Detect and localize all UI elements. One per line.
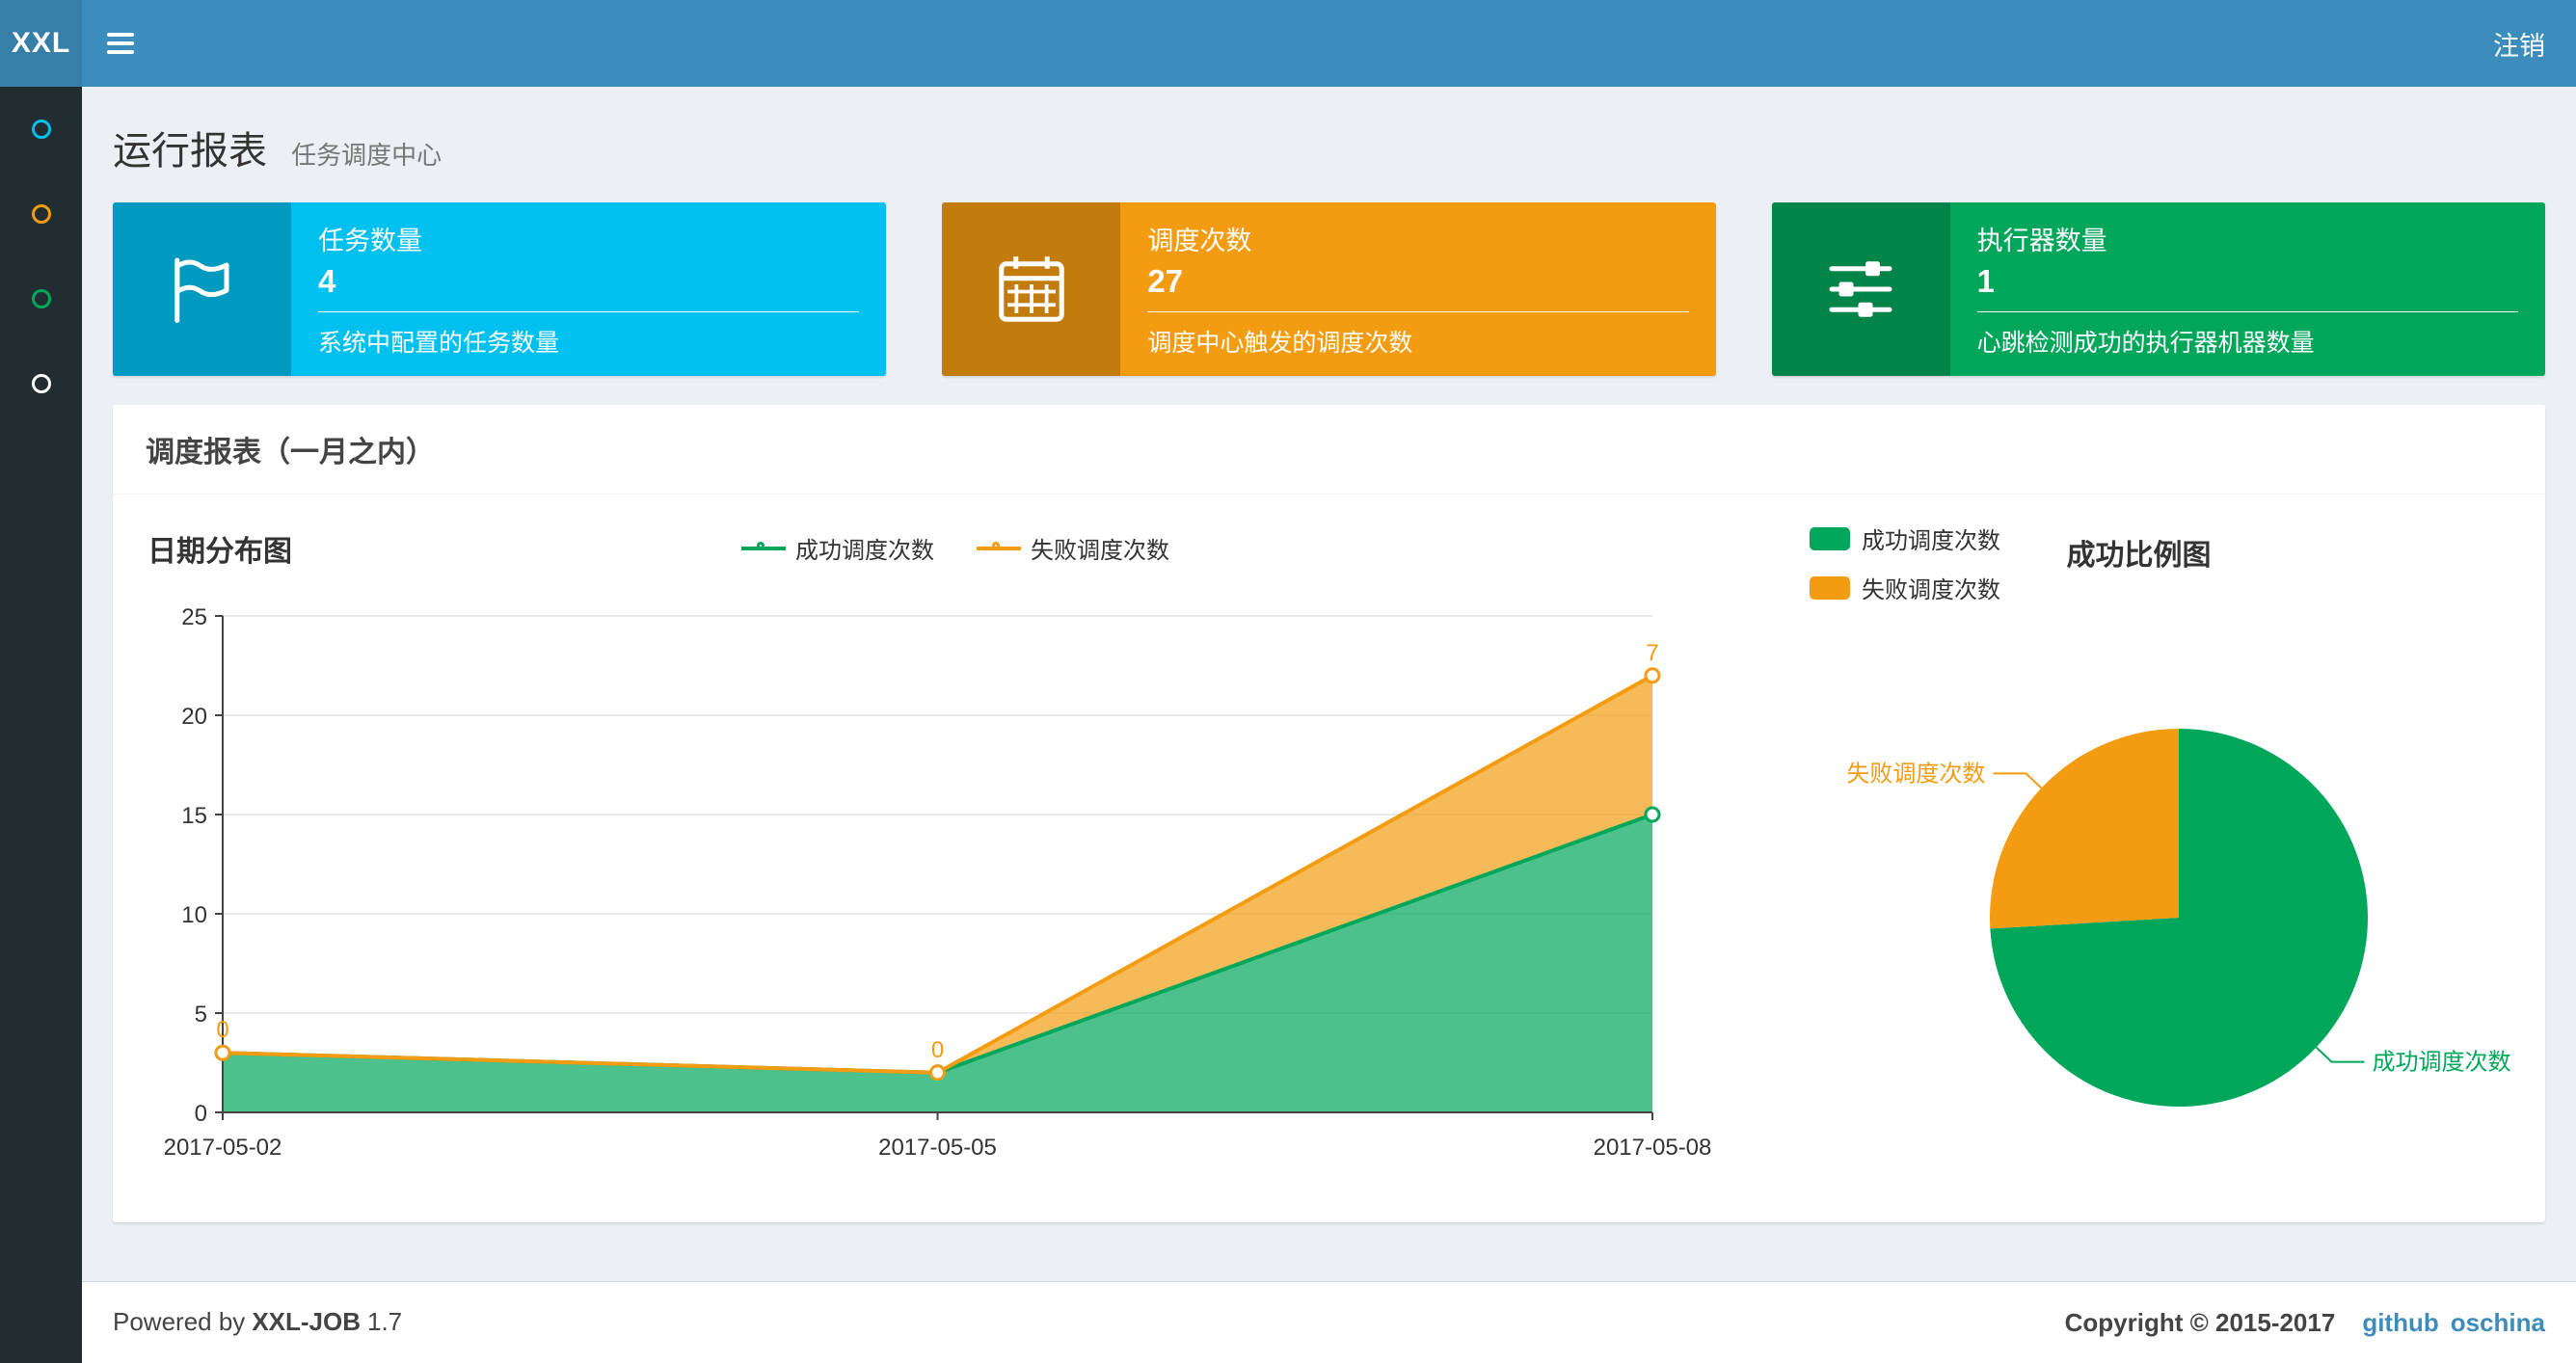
sidebar-menu-item-3[interactable] — [0, 256, 82, 341]
flag-icon — [113, 202, 291, 376]
report-panel-body: 日期分布图 成功调度次数 失败调度次数 0 5 10 15 20 25 2017-05-02 201… — [113, 494, 2545, 1222]
footer-powered: Powered by XXL-JOB 1.7 — [113, 1307, 403, 1336]
info-box-label: 任务数量 — [318, 227, 422, 255]
info-box-desc: 调度中心触发的调度次数 — [1147, 330, 1413, 357]
info-box-row: 任务数量 4 系统中配置的任务数量 调度次数 27 调度中心触发的调度次数 执行… — [113, 202, 2545, 376]
footer-brand: XXL-JOB — [252, 1307, 361, 1336]
pie-chart-canvas: 成功调度次数 失败调度次数 — [1846, 729, 2511, 1107]
data-point — [1644, 806, 1661, 823]
calendar-icon — [942, 202, 1121, 376]
pie-label-line — [2315, 1046, 2365, 1063]
line-chart-header: 日期分布图 成功调度次数 失败调度次数 — [146, 520, 1765, 577]
y-tick-label: 15 — [181, 803, 207, 829]
info-box-label: 执行器数量 — [1976, 227, 2107, 255]
pie-slice-label: 失败调度次数 — [1846, 761, 1985, 787]
y-tick-label: 5 — [195, 1002, 207, 1028]
sidebar-menu — [0, 87, 82, 426]
sidebar-menu-item-1[interactable] — [0, 87, 82, 172]
info-box-content: 调度次数 27 调度中心触发的调度次数 — [1120, 202, 1715, 376]
sliders-icon — [1771, 202, 1950, 376]
info-box-value: 1 — [1976, 263, 1996, 299]
legend-item[interactable]: 失败调度次数 — [977, 531, 1169, 565]
report-panel: 调度报表（一月之内） 日期分布图 成功调度次数 失败调度次数 0 5 10 15 20 25 20… — [113, 405, 2545, 1222]
info-box-content: 任务数量 4 系统中配置的任务数量 — [291, 202, 886, 376]
oschina-link[interactable]: oschina — [2451, 1308, 2545, 1338]
x-tick-label: 2017-05-05 — [878, 1135, 997, 1161]
github-link[interactable]: github — [2362, 1308, 2438, 1338]
content-wrapper: 运行报表 任务调度中心 任务数量 4 系统中配置的任务数量 调度次数 27 调度… — [82, 0, 2576, 1281]
info-box-desc: 系统中配置的任务数量 — [318, 330, 560, 357]
page-title: 运行报表 — [113, 130, 267, 173]
report-panel-header: 调度报表（一月之内） — [113, 405, 2545, 494]
y-tick-label: 20 — [181, 704, 207, 730]
pie-slice[interactable] — [1990, 729, 2179, 929]
pie-label-line — [1993, 772, 2043, 789]
info-box-content: 执行器数量 1 心跳检测成功的执行器机器数量 — [1950, 202, 2545, 376]
hamburger-icon — [107, 33, 134, 37]
logout-link[interactable]: 注销 — [2493, 25, 2545, 63]
point-value-label: 0 — [931, 1037, 944, 1063]
circle-icon — [31, 120, 51, 139]
legend-item[interactable]: 成功调度次数 — [741, 531, 934, 565]
legend-line-icon — [741, 540, 786, 557]
line-chart: 日期分布图 成功调度次数 失败调度次数 0 5 10 15 20 25 2017-05-02 201… — [146, 520, 1765, 1199]
circle-icon — [31, 204, 51, 224]
x-tick-label: 2017-05-08 — [1594, 1135, 1712, 1161]
data-point — [929, 1064, 946, 1082]
panel-title: 调度报表（一月之内） — [146, 437, 435, 468]
info-box-divider — [1147, 311, 1689, 312]
info-box-divider — [318, 311, 860, 312]
footer: Powered by XXL-JOB 1.7 Copyright © 2015-20… — [82, 1281, 2576, 1363]
app-logo[interactable]: XXL — [0, 0, 82, 87]
navbar-right: 注销 — [2493, 0, 2576, 87]
x-tick-label: 2017-05-02 — [164, 1135, 282, 1161]
pie-slice-label: 成功调度次数 — [2373, 1050, 2511, 1076]
y-tick-label: 10 — [181, 902, 207, 928]
info-box-value: 4 — [318, 263, 336, 299]
legend-line-icon — [977, 540, 1021, 557]
top-navbar: XXL 注销 — [0, 0, 2576, 87]
info-box-jobs: 任务数量 4 系统中配置的任务数量 — [113, 202, 887, 376]
data-point — [214, 1044, 231, 1061]
point-value-label: 7 — [1646, 640, 1658, 666]
info-box-label: 调度次数 — [1147, 227, 1252, 255]
legend-label: 成功调度次数 — [1862, 528, 2000, 554]
info-box-executors: 执行器数量 1 心跳检测成功的执行器机器数量 — [1771, 202, 2545, 376]
circle-icon — [31, 289, 51, 308]
info-box-desc: 心跳检测成功的执行器机器数量 — [1976, 330, 2315, 357]
sidebar-menu-item-4[interactable] — [0, 341, 82, 426]
pie-chart: 成功调度次数 失败调度次数 成功比例图 成功调度次数 失败调度次数 — [1765, 520, 2512, 1180]
footer-version: 1.7 — [367, 1307, 403, 1336]
info-box-divider — [1976, 311, 2518, 312]
content: 任务数量 4 系统中配置的任务数量 调度次数 27 调度中心触发的调度次数 执行… — [82, 175, 2576, 1249]
pie-legend-item[interactable]: 成功调度次数 — [1810, 521, 2000, 555]
footer-copyright: Copyright © 2015-2017 github oschina — [2064, 1307, 2545, 1338]
circle-icon — [31, 374, 51, 393]
line-chart-legend: 成功调度次数 失败调度次数 — [146, 531, 1765, 565]
legend-swatch-icon — [1810, 526, 1850, 550]
legend-label: 成功调度次数 — [795, 538, 934, 564]
sidebar-toggle-button[interactable] — [82, 0, 159, 87]
pie-legend: 成功调度次数 失败调度次数 — [1810, 521, 2000, 604]
info-box-triggers: 调度次数 27 调度中心触发的调度次数 — [942, 202, 1716, 376]
data-point — [1644, 667, 1661, 684]
content-header: 运行报表 任务调度中心 — [82, 87, 2576, 175]
info-box-value: 27 — [1147, 263, 1184, 299]
sidebar-menu-item-2[interactable] — [0, 172, 82, 256]
point-value-label: 0 — [216, 1017, 228, 1043]
y-tick-label: 0 — [195, 1101, 207, 1127]
sidebar — [0, 87, 82, 1363]
page-subtitle: 任务调度中心 — [291, 141, 443, 170]
line-chart-canvas: 05101520252017-05-02 2017-05-05 2017-05-08… — [164, 604, 1712, 1161]
legend-label: 失败调度次数 — [1031, 538, 1169, 564]
pie-legend-item[interactable]: 失败调度次数 — [1810, 571, 2000, 604]
legend-swatch-icon — [1810, 575, 1850, 600]
y-tick-label: 25 — [181, 604, 207, 630]
legend-label: 失败调度次数 — [1862, 577, 2000, 603]
